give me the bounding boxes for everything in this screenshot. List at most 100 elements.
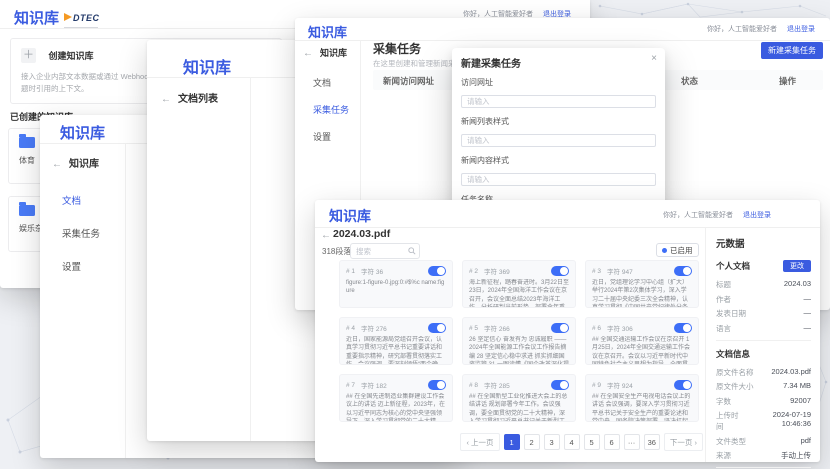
edit-metadata-button[interactable]: 更改 bbox=[783, 260, 811, 272]
dtec-logo: DTEC bbox=[64, 8, 100, 29]
sidebar-section-divider bbox=[716, 340, 811, 341]
meta-value: — bbox=[804, 323, 812, 334]
metadata-heading: 元数据 bbox=[716, 236, 811, 250]
sidebar-menu: 文档 采集任务 设置 bbox=[313, 76, 349, 157]
chunk-index: # 9 bbox=[592, 382, 601, 389]
chunk-enabled-toggle[interactable] bbox=[551, 323, 569, 333]
chunk-card[interactable]: # 9 字符 924 ## 在全国安全生产电视电话会议上的讲话 会议强调，要深入… bbox=[585, 374, 699, 422]
chunk-text: 海上新征程，踏春奋进时。3月22日至23日，2024年全国海洋工作会议在京召开，… bbox=[469, 279, 569, 308]
page-button[interactable]: 2 bbox=[524, 434, 540, 450]
info-rows: 原文件名称 2024.03.pdf 原文件大小 7.34 MB 字数 92007… bbox=[716, 367, 811, 462]
info-key: 原文件名称 bbox=[716, 367, 754, 378]
folder-icon bbox=[19, 137, 35, 148]
chunk-count: 318段落 bbox=[322, 246, 351, 257]
form-field: 访问网址 bbox=[461, 77, 656, 109]
chunk-index: # 5 bbox=[469, 325, 478, 332]
chunk-card[interactable]: # 6 字符 306 ## 全国交通运输工作会议在京召开 1月25日，2024年… bbox=[585, 317, 699, 365]
page-button[interactable]: 1 bbox=[504, 434, 520, 450]
chunk-enabled-toggle[interactable] bbox=[674, 266, 692, 276]
next-page-button[interactable]: 下一页 › bbox=[664, 433, 703, 451]
pagination: ‹ 上一页 1 2 3 4 5 6 ··· 36 下一页 › bbox=[460, 433, 703, 451]
app-logo: 知识库 bbox=[329, 206, 371, 226]
status-filter-label: 已启用 bbox=[670, 245, 693, 256]
chunk-card-header: # 9 字符 924 bbox=[592, 380, 692, 390]
close-icon[interactable]: × bbox=[651, 53, 657, 64]
field-input[interactable] bbox=[461, 95, 656, 108]
back-label: 文档列表 bbox=[178, 94, 218, 105]
page-title: 采集任务 bbox=[373, 40, 421, 57]
sidebar-menu-item[interactable]: 设置 bbox=[62, 259, 100, 273]
logout-link[interactable]: 退出登录 bbox=[787, 24, 815, 34]
chunk-card-header: # 5 字符 266 bbox=[469, 323, 569, 333]
sidebar-divider bbox=[125, 143, 126, 458]
field-label: 新闻内容样式 bbox=[461, 155, 656, 166]
chunk-card[interactable]: # 2 字符 369 海上新征程，踏春奋进时。3月22日至23日，2024年全国… bbox=[462, 260, 576, 308]
chunk-index: # 7 bbox=[346, 382, 355, 389]
status-dot-icon bbox=[662, 248, 667, 253]
chunk-card[interactable]: # 1 字符 36 figure:1-figure-0.jpg:0:#$%c n… bbox=[339, 260, 453, 308]
chunk-card-header: # 2 字符 369 bbox=[469, 266, 569, 276]
chunk-char-count: 字符 285 bbox=[484, 380, 510, 390]
chunk-card[interactable]: # 5 字符 266 26 坚定信心 奋发有为 忠诚履职 ——2024年全国能源… bbox=[462, 317, 576, 365]
chunk-enabled-toggle[interactable] bbox=[674, 380, 692, 390]
chunk-card[interactable]: # 8 字符 285 ## 在全国新型工业化推进大会上的总结讲话 规划部署今年工… bbox=[462, 374, 576, 422]
header-user-area: 你好，人工智能爱好者 退出登录 bbox=[707, 24, 815, 34]
meta-row: 发表日期 — bbox=[716, 308, 811, 319]
meta-value: 2024.03 bbox=[784, 279, 811, 290]
chunk-card-header: # 6 字符 306 bbox=[592, 323, 692, 333]
sidebar-menu-item[interactable]: 设置 bbox=[313, 130, 349, 143]
toggle-knob bbox=[683, 381, 691, 389]
field-input[interactable] bbox=[461, 173, 656, 186]
sidebar-menu-item[interactable]: 采集任务 bbox=[62, 226, 100, 240]
meta-key: 发表日期 bbox=[716, 308, 746, 319]
info-row: 来源 手动上传 bbox=[716, 450, 811, 461]
back-button[interactable]: ←知识库 bbox=[52, 155, 99, 170]
status-filter-button[interactable]: 已启用 bbox=[656, 243, 699, 257]
info-key: 文件类型 bbox=[716, 436, 746, 447]
toggle-knob bbox=[437, 381, 445, 389]
chunk-enabled-toggle[interactable] bbox=[428, 380, 446, 390]
chunk-enabled-toggle[interactable] bbox=[428, 266, 446, 276]
page-button[interactable]: 36 bbox=[644, 434, 660, 450]
col-status: 状态 bbox=[681, 75, 698, 87]
chunk-char-count: 字符 947 bbox=[607, 266, 633, 276]
chunk-enabled-toggle[interactable] bbox=[428, 323, 446, 333]
sidebar-divider bbox=[250, 77, 251, 441]
dtec-arrow-icon bbox=[64, 13, 72, 21]
chunk-card[interactable]: # 7 字符 182 ## 在全国先进制造业集群建设工作会议上的讲话 迈上新征程… bbox=[339, 374, 453, 422]
page-button[interactable]: ··· bbox=[624, 434, 640, 450]
field-label: 新闻列表样式 bbox=[461, 116, 656, 127]
chunk-char-count: 字符 36 bbox=[361, 266, 383, 276]
sidebar-menu-item[interactable]: 文档 bbox=[313, 76, 349, 89]
sidebar-menu-item[interactable]: 采集任务 bbox=[313, 103, 349, 116]
chunk-enabled-toggle[interactable] bbox=[674, 323, 692, 333]
back-button[interactable]: ←文档列表 bbox=[161, 90, 218, 105]
chunk-card[interactable]: # 4 字符 276 近日，国家能源局党组召开会议，认真学习贯彻习近平总书记重要… bbox=[339, 317, 453, 365]
info-row: 原文件名称 2024.03.pdf bbox=[716, 367, 811, 378]
header-user-area: 你好，人工智能爱好者 退出登录 bbox=[663, 210, 771, 220]
new-task-button[interactable]: 新建采集任务 bbox=[761, 42, 823, 59]
back-arrow-icon[interactable]: ← bbox=[321, 230, 331, 241]
chunk-char-count: 字符 306 bbox=[607, 323, 633, 333]
page-button[interactable]: 5 bbox=[584, 434, 600, 450]
chunk-card[interactable]: # 3 字符 947 近日，党组理论学习中心组（扩大）举行2024年第2次集体学… bbox=[585, 260, 699, 308]
greeting-text: 你好，人工智能爱好者 bbox=[663, 210, 733, 220]
info-key: 来源 bbox=[716, 450, 731, 461]
back-arrow-icon: ← bbox=[52, 159, 62, 170]
create-kb-title: 创建知识库 bbox=[48, 51, 93, 61]
sidebar-menu: 文档 采集任务 设置 bbox=[62, 193, 100, 292]
info-key: 原文件大小 bbox=[716, 381, 754, 392]
app-logo: 知识库 bbox=[183, 54, 231, 78]
chunk-enabled-toggle[interactable] bbox=[551, 380, 569, 390]
doc-type-label: 个人文档 bbox=[716, 260, 750, 272]
page-button[interactable]: 6 bbox=[604, 434, 620, 450]
page-button[interactable]: 4 bbox=[564, 434, 580, 450]
sidebar-menu-item[interactable]: 文档 bbox=[62, 193, 100, 207]
page-button[interactable]: 3 bbox=[544, 434, 560, 450]
field-input[interactable] bbox=[461, 134, 656, 147]
chunk-enabled-toggle[interactable] bbox=[551, 266, 569, 276]
logout-link[interactable]: 退出登录 bbox=[743, 210, 771, 220]
col-news-url: 新闻访问网址 bbox=[383, 75, 434, 87]
back-button[interactable]: ←知识库 bbox=[303, 46, 347, 59]
prev-page-button[interactable]: ‹ 上一页 bbox=[460, 433, 499, 451]
